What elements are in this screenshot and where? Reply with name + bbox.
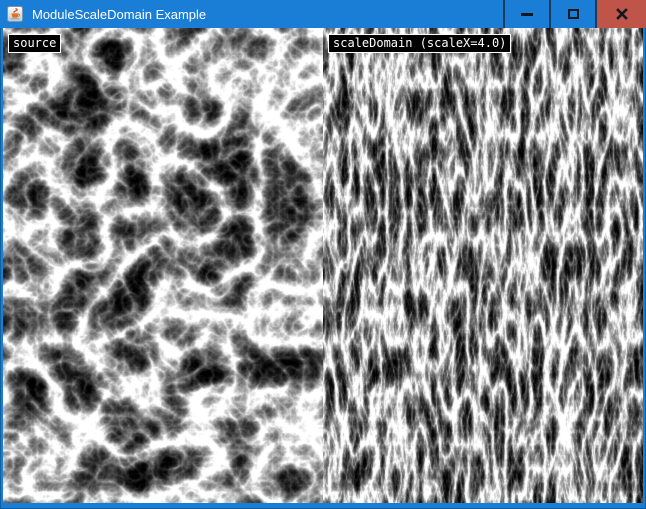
content-area: source scaleDomain (scaleX=4.0) [3,28,643,503]
panel-scaledomain: scaleDomain (scaleX=4.0) [323,28,643,503]
maximize-icon [568,9,579,19]
panel-source: source [3,28,323,503]
noise-image-source [3,28,323,503]
app-window: ModuleScaleDomain Example source scaleDo… [0,0,646,509]
source-label: source [8,34,61,53]
java-coffee-cup-icon[interactable] [7,6,23,22]
java-coffee-cup-icon-svg [7,6,23,22]
window-title: ModuleScaleDomain Example [32,7,503,22]
close-button[interactable] [595,0,646,28]
title-bar[interactable]: ModuleScaleDomain Example [0,0,646,28]
noise-image-scaledomain [323,28,643,503]
window-controls [503,0,646,28]
maximize-button[interactable] [549,0,595,28]
scaledomain-label: scaleDomain (scaleX=4.0) [328,34,511,53]
minimize-button[interactable] [503,0,549,28]
minimize-icon [521,13,533,16]
close-icon [616,8,628,20]
